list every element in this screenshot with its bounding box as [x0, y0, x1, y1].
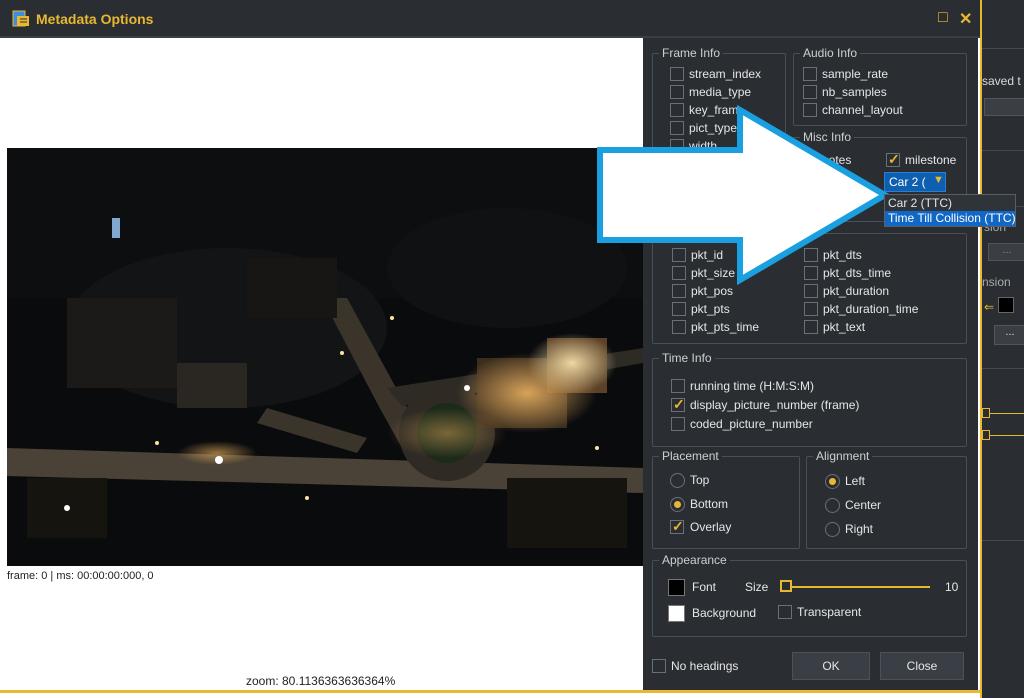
- nb-samples-label: nb_samples: [822, 85, 887, 99]
- placement-bottom-label: Bottom: [690, 497, 729, 511]
- bg-field: [984, 98, 1024, 116]
- ok-button[interactable]: OK: [792, 652, 870, 680]
- size-slider-track[interactable]: [790, 586, 930, 588]
- running-time-checkbox[interactable]: [671, 379, 685, 393]
- pkt-pos-checkbox[interactable]: [672, 284, 686, 298]
- time-info-heading: Time Info: [662, 351, 712, 365]
- bg-arrow-left-icon[interactable]: ⇐: [984, 300, 994, 314]
- stream-index-label: stream_index: [689, 67, 762, 81]
- bg-dots-button-1[interactable]: ...: [988, 243, 1024, 261]
- coded-picture-number-label: coded_picture_number: [690, 417, 813, 431]
- misc-dropdown[interactable]: Car 2 ( ▼: [884, 172, 946, 192]
- pkt-pts-time-label: pkt_pts_time: [691, 320, 760, 334]
- title-bar: Metadata Options □ ✕: [0, 0, 980, 38]
- background-label: Background: [692, 606, 757, 620]
- misc-dropdown-list: Car 2 (TTC) Time Till Collision (TTC): [884, 194, 1016, 227]
- pkt-duration-time-label: pkt_duration_time: [823, 302, 919, 316]
- align-left-radio[interactable]: [825, 474, 840, 489]
- pkt-pts-label: pkt_pts: [691, 302, 730, 316]
- pkt-text-label: pkt_text: [823, 320, 866, 334]
- background-app-strip: saved t sion ... nsion ⇐ ...: [980, 0, 1024, 698]
- bg-nsion-text: nsion: [982, 275, 1011, 289]
- bg-slider-thumb-1[interactable]: [982, 408, 990, 418]
- frame-info-text: frame: 0 | ms: 00:00:00:000, 0: [7, 570, 154, 582]
- align-center-radio[interactable]: [825, 498, 840, 513]
- dropdown-option-time-till-collision[interactable]: Time Till Collision (TTC): [885, 211, 1016, 226]
- display-picture-number-checkbox[interactable]: [671, 396, 685, 413]
- display-picture-number-label: display_picture_number (frame): [690, 398, 860, 412]
- window-title: Metadata Options: [36, 11, 154, 27]
- placement-bottom-radio[interactable]: [670, 497, 685, 512]
- overlay-checkbox[interactable]: [670, 518, 684, 535]
- video-preview: [7, 148, 643, 566]
- placement-top-radio[interactable]: [670, 473, 685, 488]
- no-headings-label: No headings: [671, 659, 739, 673]
- appearance-heading: Appearance: [662, 553, 727, 567]
- sample-rate-label: sample_rate: [822, 67, 889, 81]
- background-color-swatch[interactable]: [668, 605, 685, 622]
- dropdown-option-car2[interactable]: Car 2 (TTC): [885, 196, 1015, 211]
- transparent-checkbox[interactable]: [778, 605, 792, 619]
- chevron-down-icon: ▼: [933, 174, 944, 186]
- annotation-arrow: [597, 105, 891, 285]
- placement-heading: Placement: [662, 449, 719, 463]
- maximize-button[interactable]: □: [938, 9, 948, 27]
- aerial-night-image: [7, 148, 643, 566]
- pkt-pos-label: pkt_pos: [691, 284, 734, 298]
- pkt-pts-checkbox[interactable]: [672, 302, 686, 316]
- align-left-label: Left: [845, 474, 866, 488]
- media-type-label: media_type: [689, 85, 752, 99]
- align-right-label: Right: [845, 522, 874, 536]
- size-label: Size: [745, 580, 769, 594]
- pkt-pts-time-checkbox[interactable]: [672, 320, 686, 334]
- bottom-accent-line: [0, 690, 980, 693]
- appearance-group: Appearance: [652, 553, 967, 637]
- placement-top-label: Top: [690, 473, 710, 487]
- font-color-swatch[interactable]: [668, 579, 685, 596]
- close-window-button[interactable]: ✕: [959, 9, 972, 29]
- bg-saved-text: saved t: [982, 74, 1021, 88]
- coded-picture-number-checkbox[interactable]: [671, 417, 685, 431]
- audio-info-heading: Audio Info: [803, 46, 858, 60]
- frame-info-heading: Frame Info: [662, 46, 721, 60]
- sample-rate-checkbox[interactable]: [803, 67, 817, 81]
- document-icon: [12, 10, 29, 27]
- pkt-duration-time-checkbox[interactable]: [804, 302, 818, 316]
- pkt-text-checkbox[interactable]: [804, 320, 818, 334]
- align-right-radio[interactable]: [825, 522, 840, 537]
- size-slider-thumb[interactable]: [780, 580, 792, 592]
- media-type-checkbox[interactable]: [670, 85, 684, 99]
- pkt-duration-checkbox[interactable]: [804, 284, 818, 298]
- bg-color-swatch[interactable]: [998, 297, 1014, 313]
- font-label: Font: [692, 580, 717, 594]
- size-value: 10: [945, 580, 959, 594]
- overlay-label: Overlay: [690, 520, 732, 534]
- nb-samples-checkbox[interactable]: [803, 85, 817, 99]
- close-button[interactable]: Close: [880, 652, 964, 680]
- bg-dots-button-2[interactable]: ...: [994, 325, 1024, 345]
- transparent-label: Transparent: [797, 605, 862, 619]
- no-headings-checkbox[interactable]: [652, 659, 666, 673]
- align-center-label: Center: [845, 498, 882, 512]
- stream-index-checkbox[interactable]: [670, 67, 684, 81]
- pkt-duration-label: pkt_duration: [823, 284, 890, 298]
- alignment-heading: Alignment: [816, 449, 870, 463]
- running-time-label: running time (H:M:S:M): [690, 379, 815, 393]
- bg-slider-thumb-2[interactable]: [982, 430, 990, 440]
- zoom-text: zoom: 80.1136363636364%: [246, 674, 396, 688]
- milestone-label: milestone: [905, 153, 957, 167]
- misc-dropdown-value: Car 2 (: [889, 175, 926, 189]
